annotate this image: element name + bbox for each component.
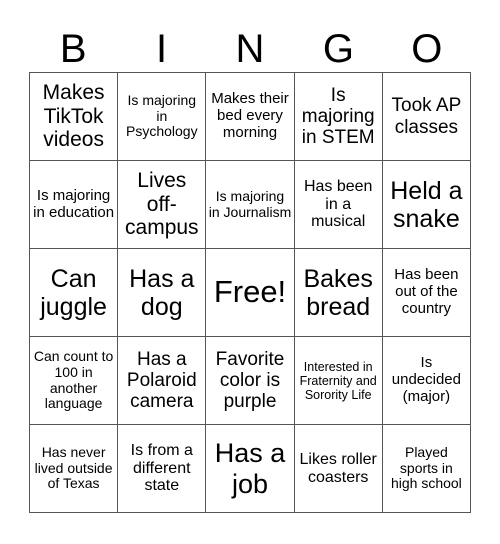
bingo-cell[interactable]: Has a job <box>206 425 295 513</box>
cell-text: Free! <box>213 274 287 310</box>
bingo-cell[interactable]: Makes their bed every morning <box>206 73 295 161</box>
cell-text: Has a job <box>214 438 286 499</box>
bingo-cell[interactable]: Took AP classes <box>382 73 471 161</box>
cell-text: Played sports in high school <box>390 443 462 492</box>
bingo-cell[interactable]: Likes roller coasters <box>294 425 383 513</box>
cell-text: Lives off-campus <box>125 169 199 240</box>
bingo-cell[interactable]: Has a Polaroid camera <box>118 337 207 425</box>
bingo-cell[interactable]: Lives off-campus <box>118 161 207 249</box>
bingo-cell[interactable]: Is majoring in education <box>30 161 119 249</box>
bingo-cell[interactable]: Favorite color is purple <box>206 337 295 425</box>
header-letter-b: B <box>59 27 87 71</box>
bingo-cell[interactable]: Is majoring in Journalism <box>206 161 295 249</box>
cell-text: Favorite color is purple <box>215 348 285 413</box>
bingo-cell[interactable]: Is majoring in STEM <box>294 73 383 161</box>
bingo-cell[interactable]: Played sports in high school <box>382 425 471 513</box>
bingo-cell[interactable]: Is majoring in Psychology <box>118 73 207 161</box>
cell-text: Has never lived outside of Texas <box>34 443 113 492</box>
cell-text: Has been out of the country <box>394 266 459 317</box>
header-letter-n: N <box>235 27 265 71</box>
cell-text: Makes their bed every morning <box>211 90 289 141</box>
cell-text: Is majoring in STEM <box>301 84 375 149</box>
cell-text: Is undecided (major) <box>391 354 461 405</box>
bingo-cell[interactable]: Can juggle <box>30 249 119 337</box>
cell-text: Bakes bread <box>303 264 373 321</box>
bingo-cell[interactable]: Interested in Fraternity and Sorority Li… <box>294 337 383 425</box>
cell-text: Likes roller coasters <box>299 450 377 486</box>
cell-text: Has a Polaroid camera <box>126 348 197 413</box>
header-letter-o: O <box>411 27 443 71</box>
cell-text: Is majoring in Psychology <box>125 91 198 140</box>
bingo-header: B I N G O <box>29 26 471 72</box>
bingo-cell[interactable]: Has a dog <box>118 249 207 337</box>
header-letter-i: I <box>156 27 168 71</box>
bingo-cell[interactable]: Has been out of the country <box>382 249 471 337</box>
cell-text: Has been in a musical <box>303 177 373 231</box>
cell-text: Is from a different state <box>130 441 193 495</box>
bingo-cell[interactable]: Has never lived outside of Texas <box>30 425 119 513</box>
bingo-cell[interactable]: Has been in a musical <box>294 161 383 249</box>
bingo-cell-free[interactable]: Free! <box>206 249 295 337</box>
bingo-grid: Makes TikTok videos Is majoring in Psych… <box>29 72 471 513</box>
cell-text: Is majoring in Journalism <box>208 187 292 220</box>
bingo-cell[interactable]: Makes TikTok videos <box>30 73 119 161</box>
bingo-cell[interactable]: Bakes bread <box>294 249 383 337</box>
cell-text: Is majoring in education <box>33 186 115 221</box>
cell-text: Makes TikTok videos <box>42 81 105 152</box>
bingo-cell[interactable]: Can count to 100 in another language <box>30 337 119 425</box>
bingo-cell[interactable]: Is from a different state <box>118 425 207 513</box>
header-letter-g: G <box>322 27 354 71</box>
bingo-cell[interactable]: Is undecided (major) <box>382 337 471 425</box>
cell-text: Can count to 100 in another language <box>33 348 114 412</box>
cell-text: Interested in Fraternity and Sorority Li… <box>299 359 377 402</box>
cell-text: Held a snake <box>390 176 463 233</box>
cell-text: Has a dog <box>129 264 195 321</box>
cell-text: Can juggle <box>40 264 107 321</box>
cell-text: Took AP classes <box>391 95 462 138</box>
bingo-cell[interactable]: Held a snake <box>382 161 471 249</box>
